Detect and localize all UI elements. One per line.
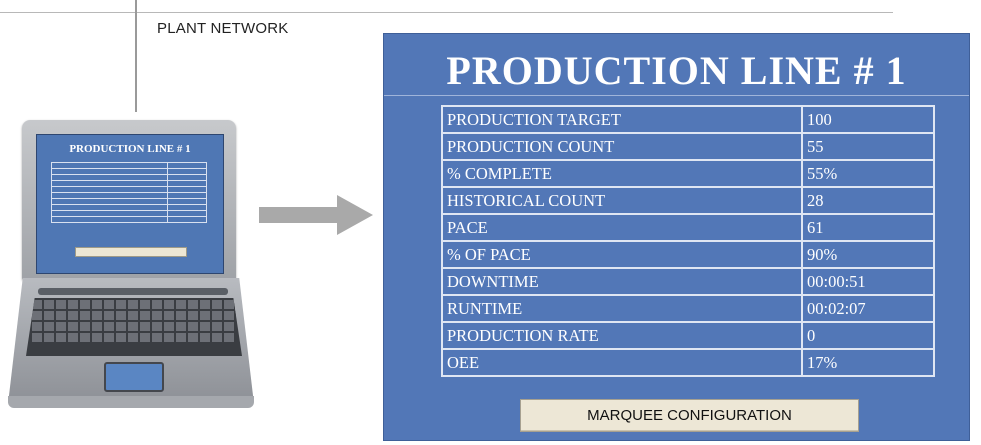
plant-network-label: PLANT NETWORK xyxy=(157,20,289,37)
metric-label: HISTORICAL COUNT xyxy=(441,186,803,215)
metric-label: PRODUCTION COUNT xyxy=(441,132,803,161)
metric-value: 00:02:07 xyxy=(801,294,935,323)
metric-label: % COMPLETE xyxy=(441,159,803,188)
laptop-screen: PRODUCTION LINE # 1 xyxy=(36,134,224,274)
laptop-screen-title: PRODUCTION LINE # 1 xyxy=(69,143,191,155)
arrow-right-icon xyxy=(259,195,373,235)
metric-value: 90% xyxy=(801,240,935,269)
network-line xyxy=(0,12,893,13)
touchpad-icon xyxy=(104,362,164,392)
metric-value: 55 xyxy=(801,132,935,161)
metric-value: 0 xyxy=(801,321,935,350)
laptop-front-edge xyxy=(8,396,254,408)
metric-value: 100 xyxy=(801,105,935,134)
laptop-hinge-strip xyxy=(38,288,228,295)
panel-title: PRODUCTION LINE # 1 xyxy=(446,48,907,93)
laptop-icon: PRODUCTION LINE # 1 xyxy=(8,120,264,412)
table-row: PRODUCTION COUNT 55 xyxy=(441,132,935,161)
metric-label: % OF PACE xyxy=(441,240,803,269)
table-row: PRODUCTION RATE 0 xyxy=(441,321,935,350)
metric-value: 55% xyxy=(801,159,935,188)
metrics-table: PRODUCTION TARGET 100 PRODUCTION COUNT 55 … xyxy=(441,105,935,377)
table-row: HISTORICAL COUNT 28 xyxy=(441,186,935,215)
title-divider xyxy=(384,95,969,96)
metric-label: PRODUCTION TARGET xyxy=(441,105,803,134)
network-drop-line xyxy=(135,0,137,112)
table-row: RUNTIME 00:02:07 xyxy=(441,294,935,323)
keyboard-icon xyxy=(26,298,242,356)
laptop-lid: PRODUCTION LINE # 1 xyxy=(22,120,236,280)
metric-value: 28 xyxy=(801,186,935,215)
metric-value: 00:00:51 xyxy=(801,267,935,296)
table-row: PRODUCTION TARGET 100 xyxy=(441,105,935,134)
metric-label: PACE xyxy=(441,213,803,242)
table-row: % OF PACE 90% xyxy=(441,240,935,269)
laptop-screen-table xyxy=(50,162,207,223)
laptop-screen-button xyxy=(75,247,187,257)
marquee-configuration-button[interactable]: MARQUEE CONFIGURATION xyxy=(520,399,859,432)
metric-label: PRODUCTION RATE xyxy=(441,321,803,350)
metric-label: DOWNTIME xyxy=(441,267,803,296)
metric-label: OEE xyxy=(441,348,803,377)
table-row: % COMPLETE 55% xyxy=(441,159,935,188)
metric-value: 17% xyxy=(801,348,935,377)
production-line-panel: PRODUCTION LINE # 1 PRODUCTION TARGET 100… xyxy=(384,34,969,440)
metric-value: 61 xyxy=(801,213,935,242)
table-row: OEE 17% xyxy=(441,348,935,377)
table-row: PACE 61 xyxy=(441,213,935,242)
table-row: DOWNTIME 00:00:51 xyxy=(441,267,935,296)
metric-label: RUNTIME xyxy=(441,294,803,323)
